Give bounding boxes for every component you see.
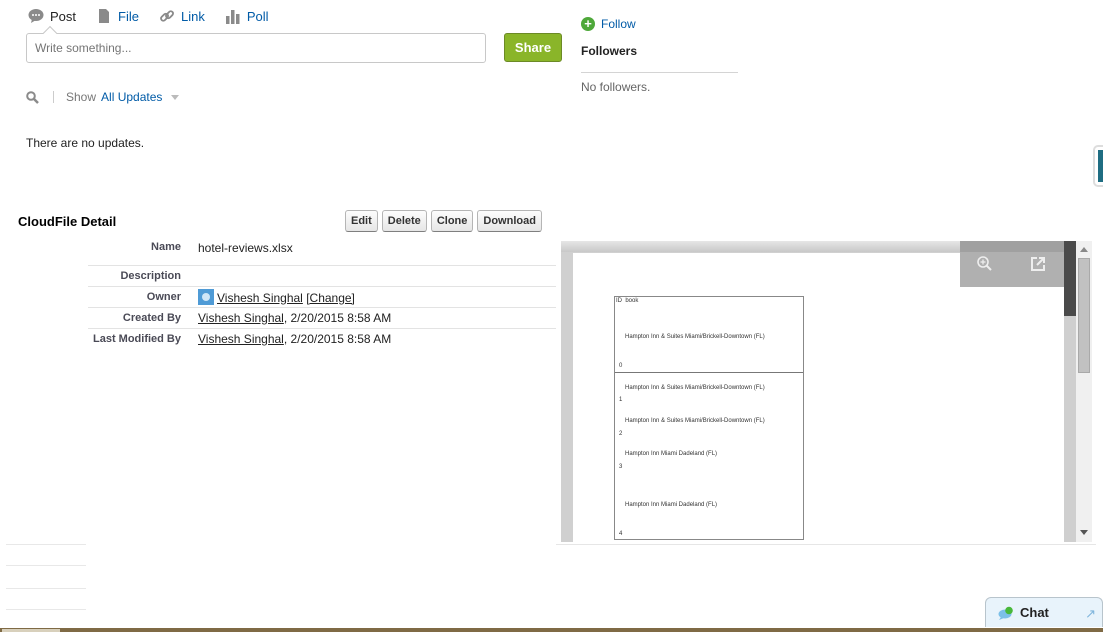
tab-file[interactable]: File (96, 8, 139, 24)
tab-post[interactable]: Post (28, 8, 76, 24)
field-row-created-by: Created By Vishesh Singhal, 2/20/2015 8:… (88, 307, 556, 329)
clone-button[interactable]: Clone (430, 210, 474, 232)
followers-heading: Followers (581, 44, 638, 58)
frame-scrollbar[interactable] (1076, 241, 1092, 542)
sheet-cell-id: 2 (619, 431, 623, 437)
expand-arrow-icon[interactable]: ↗ (1085, 606, 1096, 622)
share-button[interactable]: Share (504, 33, 562, 62)
plus-icon: + (581, 17, 595, 31)
preview-page: ID book Hampton Inn & Suites Miami/Brick… (573, 253, 1064, 542)
preview-toolbar (960, 241, 1064, 287)
tab-link-label: Link (180, 8, 205, 24)
preview-viewport: ID book Hampton Inn & Suites Miami/Brick… (561, 241, 1076, 542)
detail-button-bar: Edit Delete Clone Download (345, 210, 546, 232)
sheet-cell-id: 4 (619, 531, 623, 537)
speech-bubble-icon (28, 9, 44, 23)
tab-poll-label: Poll (246, 8, 269, 24)
chat-widget[interactable]: Chat ↗ (985, 597, 1103, 627)
field-label-description: Description (88, 265, 198, 287)
sidebar-divider (6, 588, 86, 589)
created-date: , 2/20/2015 8:58 AM (283, 310, 392, 325)
tab-post-label: Post (50, 8, 77, 24)
chat-bubble-icon (998, 606, 1013, 620)
preview-scrollbar[interactable] (1064, 241, 1076, 542)
sheet-header: ID book (616, 298, 638, 304)
follow-button[interactable]: + Follow (581, 17, 636, 31)
side-panel-handle[interactable] (1093, 145, 1103, 187)
tab-link[interactable]: Link (159, 8, 205, 24)
sheet-cell-id: 3 (619, 464, 623, 470)
tab-poll[interactable]: Poll (225, 8, 269, 24)
show-label: Show (66, 90, 97, 104)
preview-divider (556, 544, 1096, 545)
field-row-owner: Owner Vishesh Singhal [Change] (88, 286, 556, 308)
frame-scroll-thumb[interactable] (1078, 258, 1090, 373)
sheet-cell-id: 1 (619, 397, 623, 403)
file-preview: ID book Hampton Inn & Suites Miami/Brick… (561, 241, 1092, 542)
sidebar-divider (6, 544, 86, 545)
field-label-last-modified: Last Modified By (92, 332, 181, 345)
sheet-cell-book: Hampton Inn & Suites Miami/Brickell-Down… (625, 385, 765, 391)
preview-toolbar-strip (960, 241, 1064, 252)
field-row-description: Description (88, 265, 556, 287)
created-by-link[interactable]: Vishesh Singhal (198, 311, 284, 325)
filter-divider (53, 91, 54, 103)
link-icon (160, 10, 174, 22)
sheet-cell-book: Hampton Inn Miami Dadeland (FL) (625, 451, 718, 457)
followers-empty-message: No followers. (581, 80, 651, 94)
avatar (198, 288, 214, 305)
poll-icon (225, 10, 240, 24)
zoom-in-icon[interactable] (976, 255, 994, 273)
scroll-down-arrow-icon[interactable] (1080, 530, 1088, 535)
delete-button[interactable]: Delete (381, 210, 427, 232)
field-row-name: Name hotel-reviews.xlsx (88, 237, 556, 266)
publisher-tabs: Post File Link Poll (28, 6, 289, 26)
sheet-row-divider (615, 372, 803, 373)
chat-label: Chat (1020, 605, 1049, 620)
sheet-cell-book: Hampton Inn Miami Dadeland (FL) (625, 502, 718, 508)
sidebar-divider (6, 609, 86, 610)
field-label-created-by: Created By (88, 307, 198, 329)
followers-divider (581, 72, 738, 73)
sheet-header-id: ID (616, 298, 622, 304)
scroll-up-arrow-icon[interactable] (1080, 247, 1088, 252)
sidebar-divider (6, 565, 86, 566)
field-row-last-modified: Last Modified By Vishesh Singhal, 2/20/2… (88, 328, 556, 349)
detail-fields: Name hotel-reviews.xlsx Description Owne… (88, 237, 556, 349)
spreadsheet-preview: ID book Hampton Inn & Suites Miami/Brick… (614, 296, 804, 540)
detail-title: CloudFile Detail (18, 214, 117, 229)
file-icon (99, 9, 110, 23)
chevron-down-icon[interactable] (171, 94, 180, 100)
field-label-name: Name (88, 237, 198, 266)
modified-date: , 2/20/2015 8:58 AM (283, 331, 392, 346)
field-label-owner: Owner (88, 286, 198, 308)
change-owner-link[interactable]: [Change] (306, 291, 355, 305)
owner-link[interactable]: Vishesh Singhal (217, 291, 303, 305)
feed-filter-bar: Show All Updates (26, 90, 180, 104)
sheet-header-book: book (625, 298, 639, 304)
taskbar (0, 628, 1103, 632)
field-value-created-by: Vishesh Singhal, 2/20/2015 8:58 AM (198, 307, 556, 329)
sheet-cell-book: Hampton Inn & Suites Miami/Brickell-Down… (625, 418, 765, 424)
download-button[interactable]: Download (477, 210, 542, 232)
search-icon[interactable] (26, 90, 39, 104)
sheet-cell-id: 0 (619, 363, 623, 369)
preview-scroll-thumb[interactable] (1064, 241, 1076, 316)
field-value-name: hotel-reviews.xlsx (198, 237, 556, 266)
field-value-description (198, 265, 556, 287)
edit-button[interactable]: Edit (345, 210, 378, 232)
sheet-cell-book: Hampton Inn & Suites Miami/Brickell-Down… (625, 334, 765, 340)
post-input[interactable] (26, 33, 486, 63)
tab-file-label: File (118, 8, 139, 24)
field-value-owner: Vishesh Singhal [Change] (198, 286, 556, 308)
open-external-icon[interactable] (1029, 255, 1047, 273)
modified-by-link[interactable]: Vishesh Singhal (198, 332, 284, 346)
follow-link[interactable]: Follow (601, 17, 636, 31)
feed-empty-message: There are no updates. (26, 136, 145, 150)
feed-filter-dropdown[interactable]: All Updates (101, 90, 162, 104)
field-value-last-modified: Vishesh Singhal, 2/20/2015 8:58 AM (198, 328, 556, 349)
